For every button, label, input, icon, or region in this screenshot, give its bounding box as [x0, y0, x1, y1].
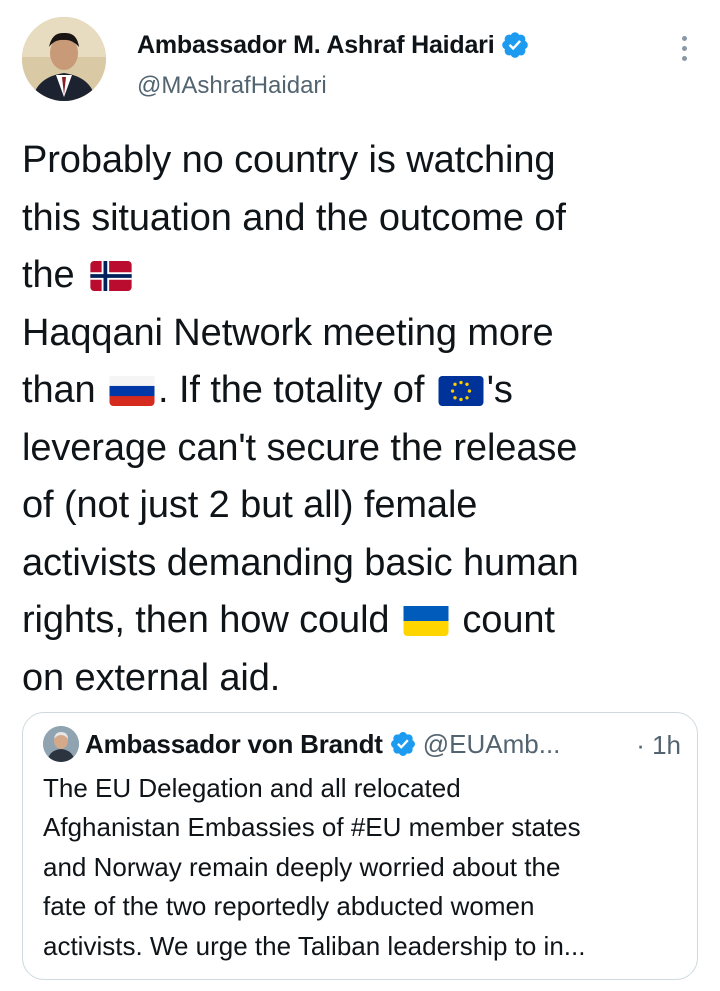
quoted-tweet-card[interactable]: Ambassador von Brandt @EUAmb... · 1h The…	[22, 712, 698, 980]
author-avatar[interactable]	[22, 17, 106, 101]
author-handle[interactable]: @MAshrafHaidari	[137, 72, 327, 100]
tweet-line: the	[22, 247, 702, 305]
verified-badge-icon	[502, 32, 529, 58]
quoted-tweet-text: The EU Delegation and all relocated Afgh…	[43, 769, 683, 966]
author-name[interactable]: Ambassador M. Ashraf Haidari	[137, 31, 495, 60]
tweet-text-span: than	[22, 369, 96, 411]
tweet-line: this situation and the outcome of	[22, 196, 566, 239]
tweet-line: than . If the totality of 's	[22, 362, 702, 420]
tweet-text-span: count	[462, 599, 555, 641]
tweet-line: on external aid.	[22, 656, 281, 699]
tweet-line: Haqqani Network meeting more	[22, 311, 554, 354]
european-union-flag-icon	[438, 376, 484, 406]
quoted-tweet-line: fate of the two reportedly abducted wome…	[43, 891, 535, 922]
quoted-tweet-line: Afghanistan Embassies of #EU member stat…	[43, 812, 581, 843]
tweet-line: activists demanding basic human	[22, 541, 579, 584]
quoted-author-name[interactable]: Ambassador von Brandt	[85, 729, 383, 760]
quoted-author-avatar-image	[43, 726, 79, 762]
tweet-text: Probably no country is watching this sit…	[22, 132, 702, 707]
tweet-text-span: rights, then how could	[22, 599, 390, 641]
tweet-text-span: the	[22, 254, 75, 296]
tweet-text-span: . If the totality of	[158, 369, 425, 411]
tweet-line: Probably no country is watching	[22, 139, 556, 181]
tweet-text-span: 's	[486, 369, 513, 411]
verified-badge-icon	[390, 732, 415, 756]
russia-flag-icon	[109, 376, 155, 406]
norway-flag-icon	[90, 261, 132, 291]
quoted-author-handle[interactable]: @EUAmb...	[423, 729, 561, 760]
quoted-tweet-header: Ambassador von Brandt @EUAmb...	[43, 726, 560, 762]
author-avatar-image	[22, 17, 106, 101]
quoted-tweet-line: The EU Delegation and all relocated	[43, 773, 461, 803]
quoted-tweet-line: and Norway remain deeply worried about t…	[43, 851, 561, 882]
more-options-icon[interactable]	[672, 28, 696, 68]
quoted-tweet-line: activists. We urge the Taliban leadershi…	[43, 930, 586, 961]
ukraine-flag-icon	[403, 606, 449, 636]
tweet-line: of (not just 2 but all) female	[22, 484, 478, 526]
quoted-timestamp[interactable]: · 1h	[636, 730, 681, 761]
tweet-line: leverage can't secure the release	[22, 426, 578, 469]
author-name-row: Ambassador M. Ashraf Haidari	[137, 30, 530, 60]
quoted-author-avatar[interactable]	[43, 726, 79, 762]
tweet-line: rights, then how could count	[22, 592, 702, 650]
